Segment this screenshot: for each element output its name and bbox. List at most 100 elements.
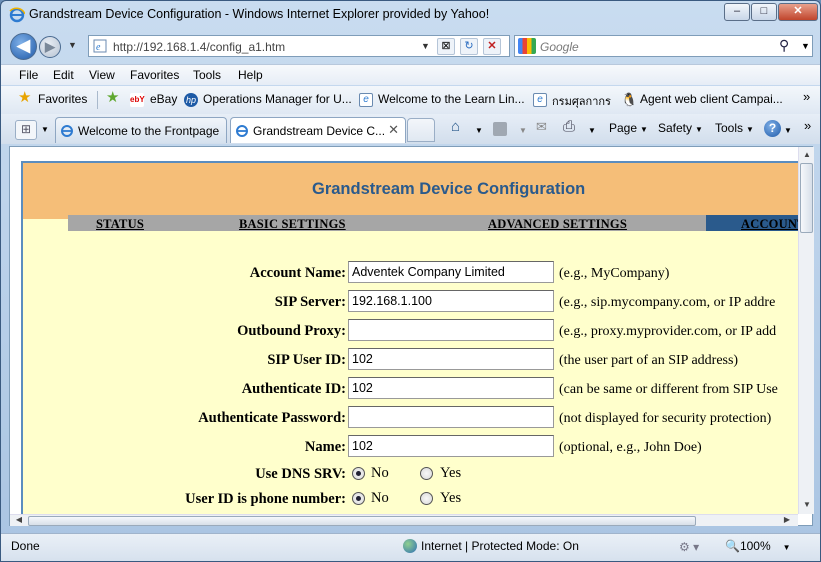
user-id-phone-no-radio[interactable] [352,492,365,505]
field-label: Authenticate Password: [198,410,346,426]
refresh-icon[interactable]: ↻ [460,38,478,55]
stop-icon[interactable]: ✕ [483,38,501,55]
tab-bar: ⊞ ▼ Welcome to the Frontpage Grandstream… [1,114,820,144]
help-icon[interactable]: ? [764,120,781,137]
tab-welcome-frontpage[interactable]: Welcome to the Frontpage [55,117,227,143]
favorites-overflow-chevron[interactable]: » [803,89,810,104]
authenticate-password-input[interactable] [348,406,554,428]
tools-menu[interactable]: Tools ▼ [715,121,754,135]
sip-user-id-input[interactable]: 102 [348,348,554,370]
field-hint: (e.g., MyCompany) [559,266,670,281]
vertical-scrollbar[interactable]: ▲ ▼ [798,147,814,514]
search-options-dropdown-icon[interactable]: ▼ [801,41,810,51]
address-url[interactable]: http://192.168.1.4/config_a1.htm [113,40,285,54]
favorite-link-operations-manager[interactable]: Operations Manager for U... [203,92,352,106]
scroll-up-arrow-icon[interactable]: ▲ [800,150,814,159]
sip-server-input[interactable]: 192.168.1.100 [348,290,554,312]
field-hint: (e.g., proxy.myprovider.com, or IP add [559,324,777,339]
favorites-button[interactable]: Favorites [38,92,87,106]
config-frame: Grandstream Device Configuration STATUS … [21,161,798,514]
favorite-link-customs[interactable]: กรมศุลกากร [552,92,611,110]
search-placeholder[interactable]: Google [540,40,579,54]
nav-advanced-settings-link[interactable]: ADVANCED SETTINGS [488,217,627,232]
zoom-dropdown-icon[interactable]: ▼ [783,543,791,552]
menu-view[interactable]: View [89,68,115,82]
forward-button[interactable]: ▶ [39,36,61,58]
field-name: Name: 102 (optional, e.g., John Doe) [23,435,798,459]
favorite-link-ebay[interactable]: eBay [150,92,177,106]
print-icon[interactable]: ⎙ [563,118,575,135]
maximize-button[interactable]: □ [751,3,777,21]
page-icon: e [93,39,107,53]
authenticate-id-input[interactable]: 102 [348,377,554,399]
tab-label: Welcome to the Frontpage [78,124,220,138]
recent-pages-dropdown-icon[interactable]: ▼ [68,40,77,50]
vertical-scroll-thumb[interactable] [800,163,813,233]
web-page: Grandstream Device Configuration STATUS … [10,147,798,514]
menu-help[interactable]: Help [238,68,263,82]
field-hint: (can be same or different from SIP Use [559,382,778,397]
horizontal-scroll-thumb[interactable] [28,516,696,526]
account-name-input[interactable]: Adventek Company Limited [348,261,554,283]
field-label: Authenticate ID: [241,381,346,397]
dns-srv-yes-radio[interactable] [420,467,433,480]
nav-status-link[interactable]: STATUS [96,217,144,232]
compatibility-view-icon[interactable]: ⊠ [437,38,455,55]
address-bar[interactable]: e http://192.168.1.4/config_a1.htm ▼ ⊠ ↻… [88,35,510,57]
horizontal-scrollbar[interactable]: ◀ ▶ [10,514,798,526]
hp-icon: hp [184,93,198,107]
search-icon[interactable]: ⚲ [779,37,789,54]
new-tab-button[interactable] [407,118,435,142]
close-tab-icon[interactable]: ✕ [388,122,399,138]
nav-account-link[interactable]: ACCOUNT [741,217,798,232]
tab-grandstream[interactable]: Grandstream Device C... ✕ [230,117,406,143]
menu-favorites[interactable]: Favorites [130,68,179,82]
dns-srv-no-radio[interactable] [352,467,365,480]
protected-mode-settings-icon[interactable]: ⚙ ▾ [679,540,699,554]
favorite-link-agent-web-client[interactable]: Agent web client Campai... [640,92,783,106]
feeds-dropdown-icon[interactable]: ▼ [519,126,527,135]
zoom-label: 100% [739,539,771,553]
security-zone[interactable]: Internet | Protected Mode: On [403,539,579,553]
field-account-name: Account Name: Adventek Company Limited (… [23,261,798,285]
add-favorite-icon[interactable]: ★ [106,88,119,106]
scroll-left-arrow-icon[interactable]: ◀ [12,515,26,524]
name-input[interactable]: 102 [348,435,554,457]
back-button[interactable]: ◀ [10,33,37,60]
scroll-down-arrow-icon[interactable]: ▼ [800,500,814,509]
zoom-level[interactable]: 🔍100% ▼ [725,539,791,553]
feeds-icon[interactable] [493,122,507,136]
search-box[interactable]: Google ⚲ ▼ [514,35,813,57]
page-menu[interactable]: Page ▼ [609,121,648,135]
command-overflow-chevron[interactable]: » [804,118,811,133]
home-icon[interactable]: ⌂ [451,118,460,135]
outbound-proxy-input[interactable] [348,319,554,341]
field-hint: (not displayed for security protection) [559,411,772,426]
user-id-phone-yes-radio[interactable] [420,492,433,505]
read-mail-icon[interactable]: ✉ [536,119,547,135]
tools-menu-label: Tools [715,121,744,135]
nav-basic-settings-link[interactable]: BASIC SETTINGS [239,217,346,232]
menu-tools[interactable]: Tools [193,68,221,82]
field-hint: (e.g., sip.mycompany.com, or IP addre [559,295,776,310]
menu-file[interactable]: File [19,68,38,82]
radio-label: Yes [440,490,462,506]
svg-text:e: e [96,42,101,53]
safety-menu[interactable]: Safety ▼ [658,121,703,135]
status-text: Done [11,539,40,553]
scroll-right-arrow-icon[interactable]: ▶ [780,515,794,524]
address-dropdown-icon[interactable]: ▼ [421,41,430,51]
close-button[interactable]: ✕ [778,3,818,21]
field-authenticate-password: Authenticate Password: (not displayed fo… [23,406,798,430]
menu-edit[interactable]: Edit [53,68,74,82]
help-dropdown-icon[interactable]: ▼ [784,126,792,135]
favorite-link-learn-line[interactable]: Welcome to the Learn Lin... [378,92,525,106]
home-dropdown-icon[interactable]: ▼ [475,126,483,135]
quick-tabs-button[interactable]: ⊞ [15,120,37,140]
print-dropdown-icon[interactable]: ▼ [588,126,596,135]
tab-list-dropdown-icon[interactable]: ▼ [41,125,49,134]
ie-page-icon [236,125,248,137]
page-header: Grandstream Device Configuration [23,163,798,219]
minimize-button[interactable]: – [724,3,750,21]
field-user-id-is-phone-number: User ID is phone number: No Yes [23,487,798,511]
